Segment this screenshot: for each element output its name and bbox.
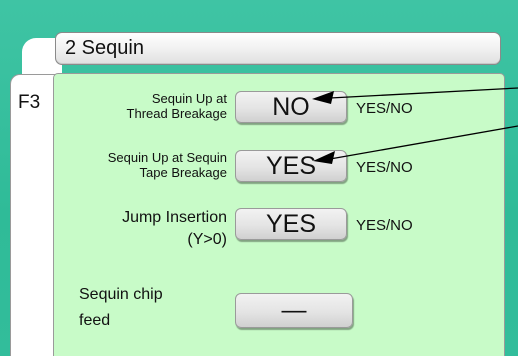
setting-label-thread-breakage: Sequin Up at Thread Breakage <box>64 91 227 121</box>
setting-label-jump-insertion: Jump Insertion (Y>0) <box>74 207 227 251</box>
jump-insertion-options: YES/NO <box>356 217 413 234</box>
label-line: feed <box>79 312 111 329</box>
label-line: Thread Breakage <box>126 106 227 121</box>
label-line: Tape Breakage <box>139 165 227 180</box>
thread-breakage-toggle-button[interactable]: NO <box>235 91 347 123</box>
label-line: (Y>0) <box>187 231 227 248</box>
label-line: Jump Insertion <box>122 209 227 226</box>
title-bar: 2 Sequin <box>55 32 501 65</box>
screen-frame: 2 Sequin F3 Sequin Up at Thread Breakage… <box>0 0 518 356</box>
label-line: Sequin Up at Sequin <box>107 150 227 165</box>
tape-breakage-toggle-button[interactable]: YES <box>235 150 347 182</box>
settings-panel: Sequin Up at Thread Breakage NO YES/NO S… <box>53 73 505 356</box>
thread-breakage-options: YES/NO <box>356 100 413 117</box>
jump-insertion-toggle-button[interactable]: YES <box>235 208 347 240</box>
label-line: Sequin Up at <box>151 91 227 106</box>
tab-f3[interactable] <box>10 74 58 356</box>
chip-feed-button[interactable]: — <box>235 293 353 328</box>
label-line: Sequin chip <box>79 286 163 303</box>
page-title: 2 Sequin <box>65 37 144 59</box>
setting-label-chip-feed: Sequin chip feed <box>79 282 219 334</box>
setting-label-tape-breakage: Sequin Up at Sequin Tape Breakage <box>58 150 227 180</box>
tab-f3-label: F3 <box>18 92 41 113</box>
tape-breakage-options: YES/NO <box>356 159 413 176</box>
